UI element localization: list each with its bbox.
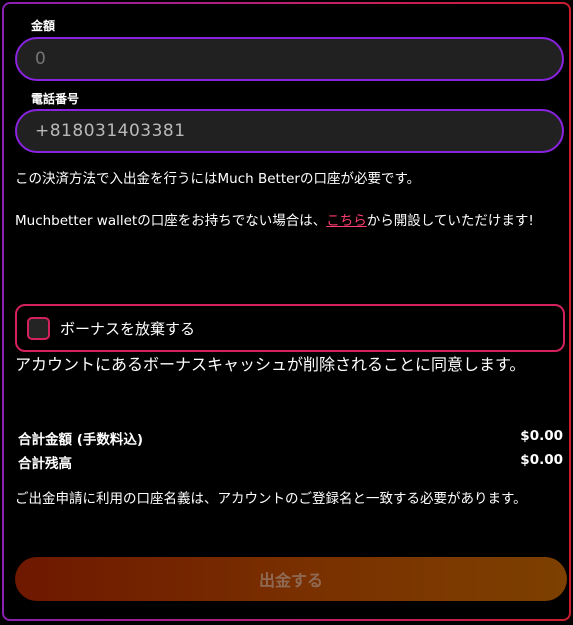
info-line-1: この決済方法で入出金を行うにはMuch Betterの口座が必要です。 — [15, 171, 421, 187]
bonus-forfeit-box[interactable]: ボーナスを放棄する — [15, 304, 565, 352]
info-line-2-prefix: Muchbetter walletの口座をお持ちでない場合は、 — [15, 213, 327, 229]
total-amount-value: $0.00 — [520, 428, 563, 444]
withdraw-panel: 金額 電話番号 この決済方法で入出金を行うにはMuch Betterの口座が必要… — [2, 2, 571, 621]
amount-field-wrapper — [15, 37, 564, 81]
amount-input[interactable] — [33, 48, 562, 70]
total-amount-row: 合計金額 (手数料込) $0.00 — [18, 428, 563, 448]
withdraw-button[interactable]: 出金する — [15, 557, 567, 601]
phone-label: 電話番号 — [31, 92, 80, 106]
total-balance-value: $0.00 — [520, 452, 563, 468]
total-amount-label: 合計金額 (手数料込) — [18, 432, 144, 448]
phone-input[interactable] — [33, 120, 562, 142]
total-balance-row: 合計残高 $0.00 — [18, 452, 563, 472]
bonus-consent-text: アカウントにあるボーナスキャッシュが削除されることに同意します。 — [15, 355, 526, 374]
bonus-forfeit-checkbox[interactable] — [27, 316, 50, 340]
bonus-forfeit-label: ボーナスを放棄する — [60, 319, 196, 338]
info-line-2-suffix: から開設していただけます! — [366, 213, 534, 229]
account-name-notice: ご出金申請に利用の口座名義は、アカウントのご登録名と一致する必要があります。 — [15, 491, 527, 507]
total-balance-label: 合計残高 — [18, 456, 72, 472]
info-line-2: Muchbetter walletの口座をお持ちでない場合は、こちらから開設して… — [15, 210, 567, 233]
amount-label: 金額 — [31, 19, 56, 33]
open-account-link[interactable]: こちら — [326, 213, 367, 229]
phone-field-wrapper — [15, 109, 564, 153]
